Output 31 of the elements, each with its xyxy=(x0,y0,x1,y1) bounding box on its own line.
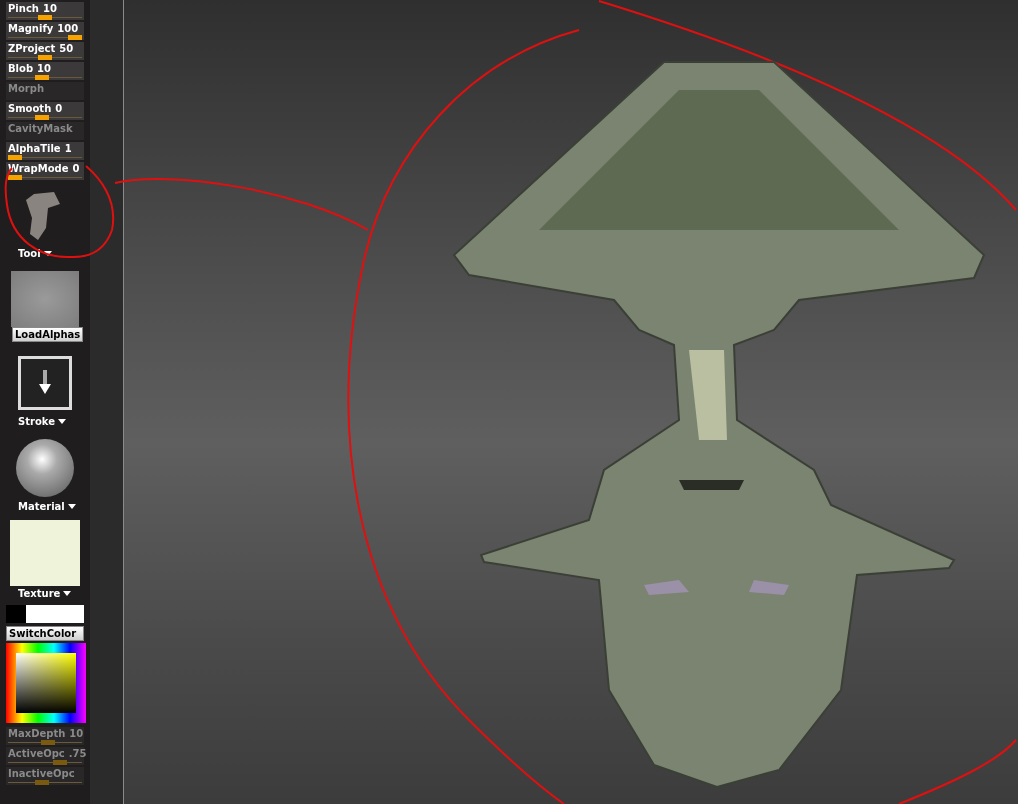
tool-label[interactable]: Tool xyxy=(18,246,41,261)
slider-thumb[interactable] xyxy=(8,175,22,180)
material-label[interactable]: Material xyxy=(18,499,65,514)
secondary-color-swatch[interactable] xyxy=(26,605,84,623)
material-sphere[interactable] xyxy=(16,439,74,497)
stroke-thumbnail[interactable] xyxy=(18,356,72,410)
primary-color-swatch[interactable] xyxy=(6,605,26,623)
load-alphas-button[interactable]: LoadAlphas xyxy=(12,327,84,342)
switch-color-button[interactable]: SwitchColor xyxy=(6,626,84,641)
slider-thumb[interactable] xyxy=(8,155,22,160)
caret-icon[interactable] xyxy=(43,251,52,256)
color-picker[interactable] xyxy=(6,643,86,723)
slider-thumb[interactable] xyxy=(68,35,82,40)
slider-thumb[interactable] xyxy=(35,115,49,120)
caret-icon[interactable] xyxy=(63,591,72,596)
caret-icon[interactable] xyxy=(57,419,66,424)
slider-control[interactable]: Pinch 10 xyxy=(6,2,84,20)
slider-control[interactable]: Magnify 100 xyxy=(6,22,84,40)
slider-control[interactable]: Blob 10 xyxy=(6,62,84,80)
slider-control[interactable]: WrapMode 0 xyxy=(6,162,84,180)
texture-label[interactable]: Texture xyxy=(18,586,61,601)
caret-icon[interactable] xyxy=(67,504,76,509)
texture-thumbnail[interactable] xyxy=(10,520,80,586)
slider-thumb[interactable] xyxy=(35,75,49,80)
slider-thumb[interactable] xyxy=(38,55,52,60)
slider-thumb[interactable] xyxy=(38,15,52,20)
stroke-label[interactable]: Stroke xyxy=(18,414,55,429)
slider-control[interactable]: ZProject 50 xyxy=(6,42,84,60)
slider-control[interactable]: Smooth 0 xyxy=(6,102,84,120)
alpha-thumbnail[interactable] xyxy=(11,271,79,327)
slider-control[interactable]: AlphaTile 1 xyxy=(6,142,84,160)
